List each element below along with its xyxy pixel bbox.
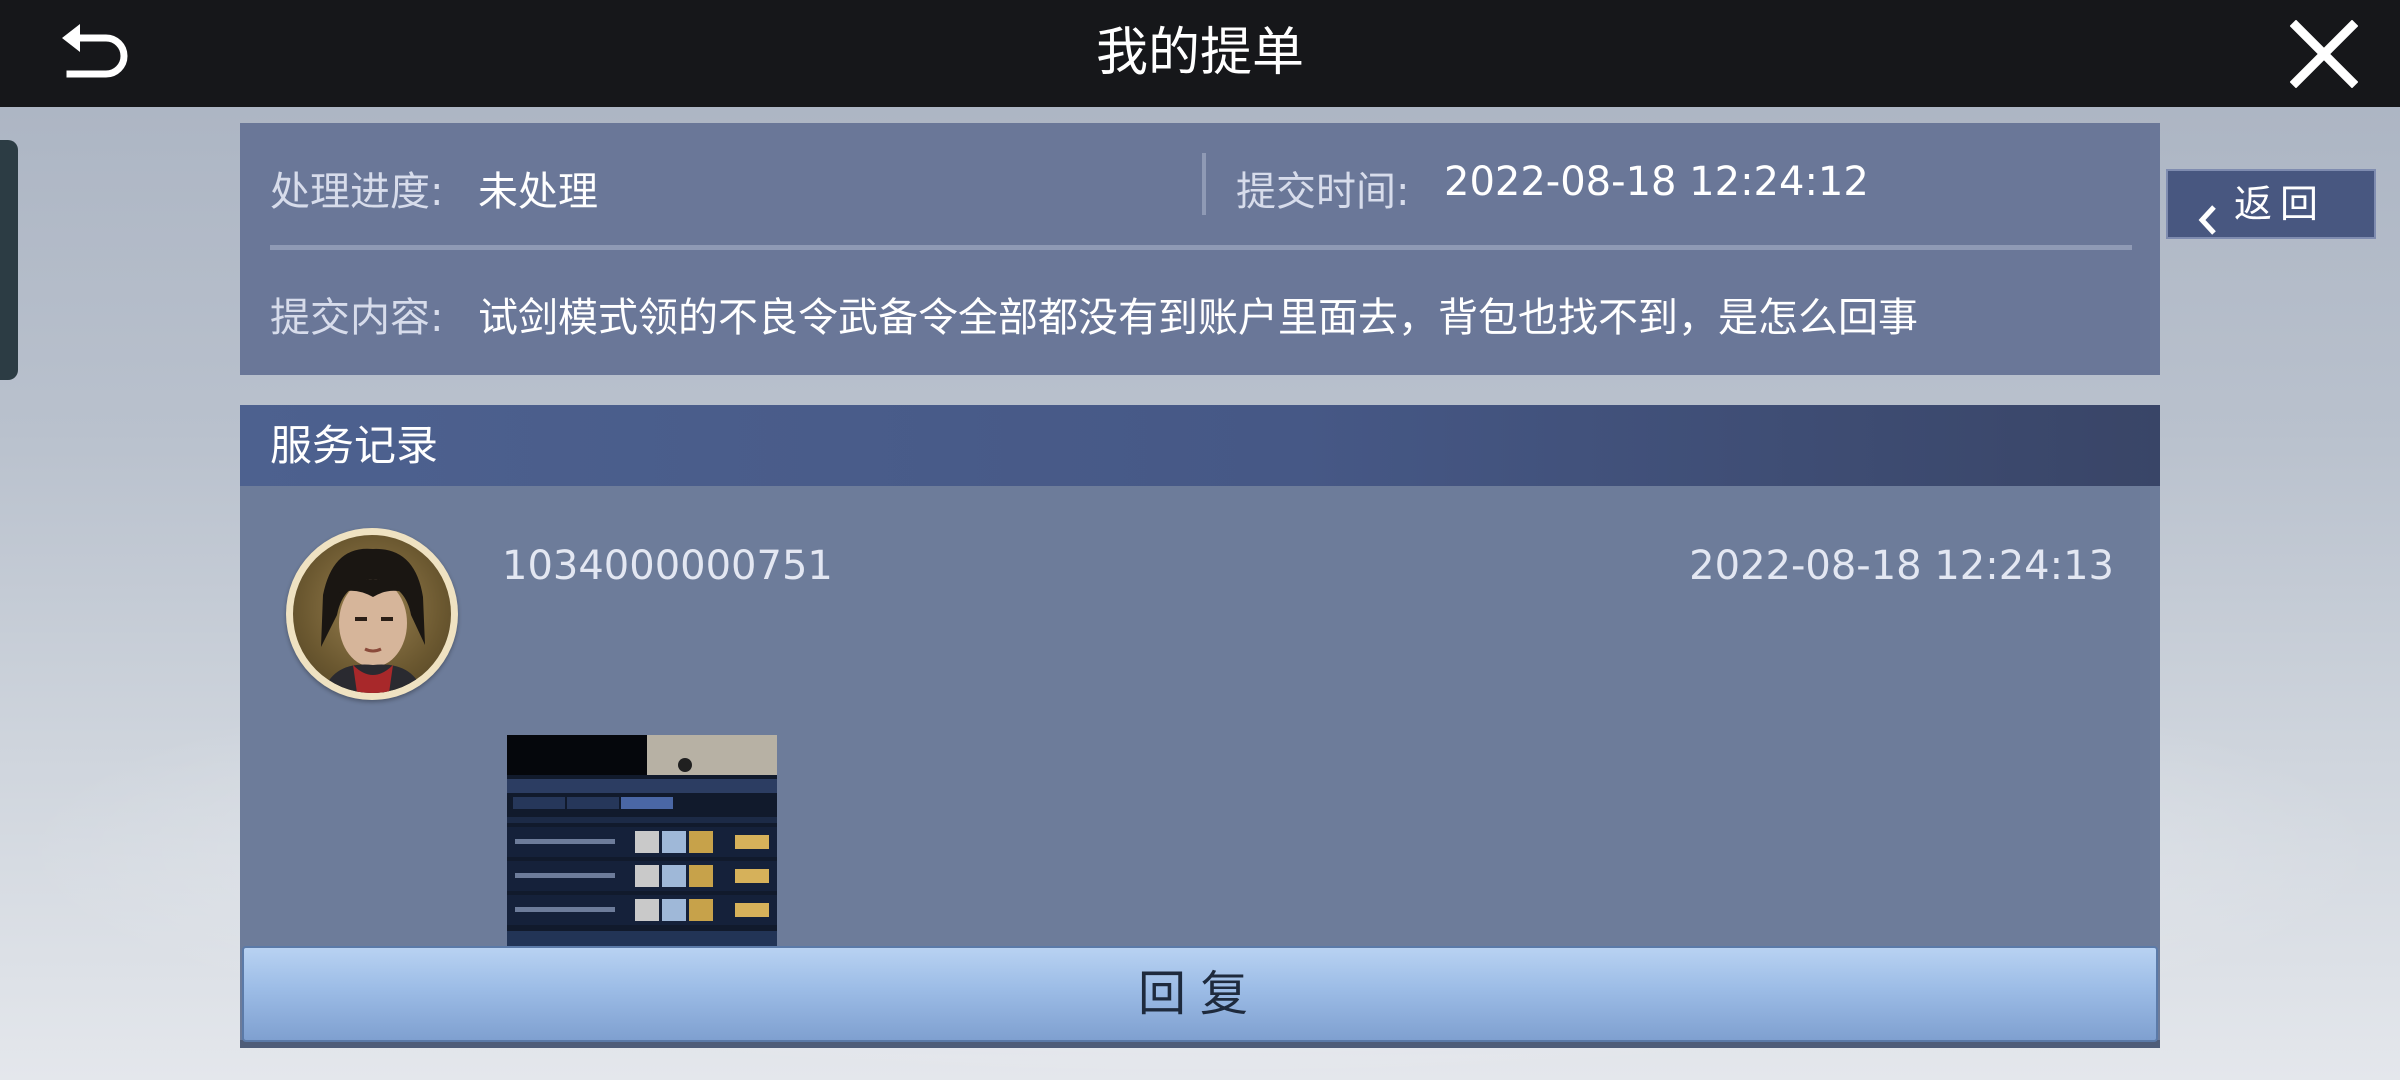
progress-label: 处理进度: [270,169,444,215]
submit-time-label: 提交时间: [1236,169,1410,215]
submit-time-value: 2022-08-18 12:24:12 [1444,159,1869,205]
content-value: 试剑模式领的不良令武备令全部都没有到账户里面去，背包也找不到，是怎么回事 [478,295,1918,341]
service-record-title: 服务记录 [270,421,439,470]
user-id: 1034000000751 [502,543,833,589]
return-button-label: 返回 [2234,182,2327,226]
avatar-portrait [293,535,451,693]
side-drawer-tab[interactable] [0,140,18,380]
ticket-info-panel: 处理进度: 未处理 提交时间: 2022-08-18 12:24:12 提交内容… [240,123,2160,375]
chevron-left-icon [2194,189,2224,235]
reply-button[interactable]: 回复 [242,946,2158,1042]
page-title: 我的提单 [1095,23,1304,83]
back-arrow-icon[interactable] [58,24,132,84]
vertical-divider [1202,153,1206,215]
horizontal-divider [270,245,2132,250]
return-button[interactable]: 返回 [2166,169,2376,239]
service-record-header: 服务记录 [240,405,2160,486]
top-bar: 我的提单 [0,0,2400,107]
avatar [286,528,458,700]
screenshot-thumbnail[interactable] [507,735,777,950]
record-time: 2022-08-18 12:24:13 [1689,543,2114,589]
progress-value: 未处理 [478,169,598,215]
reply-button-label: 回复 [1137,966,1262,1022]
close-icon[interactable] [2289,19,2359,89]
content-label: 提交内容: [270,295,444,341]
